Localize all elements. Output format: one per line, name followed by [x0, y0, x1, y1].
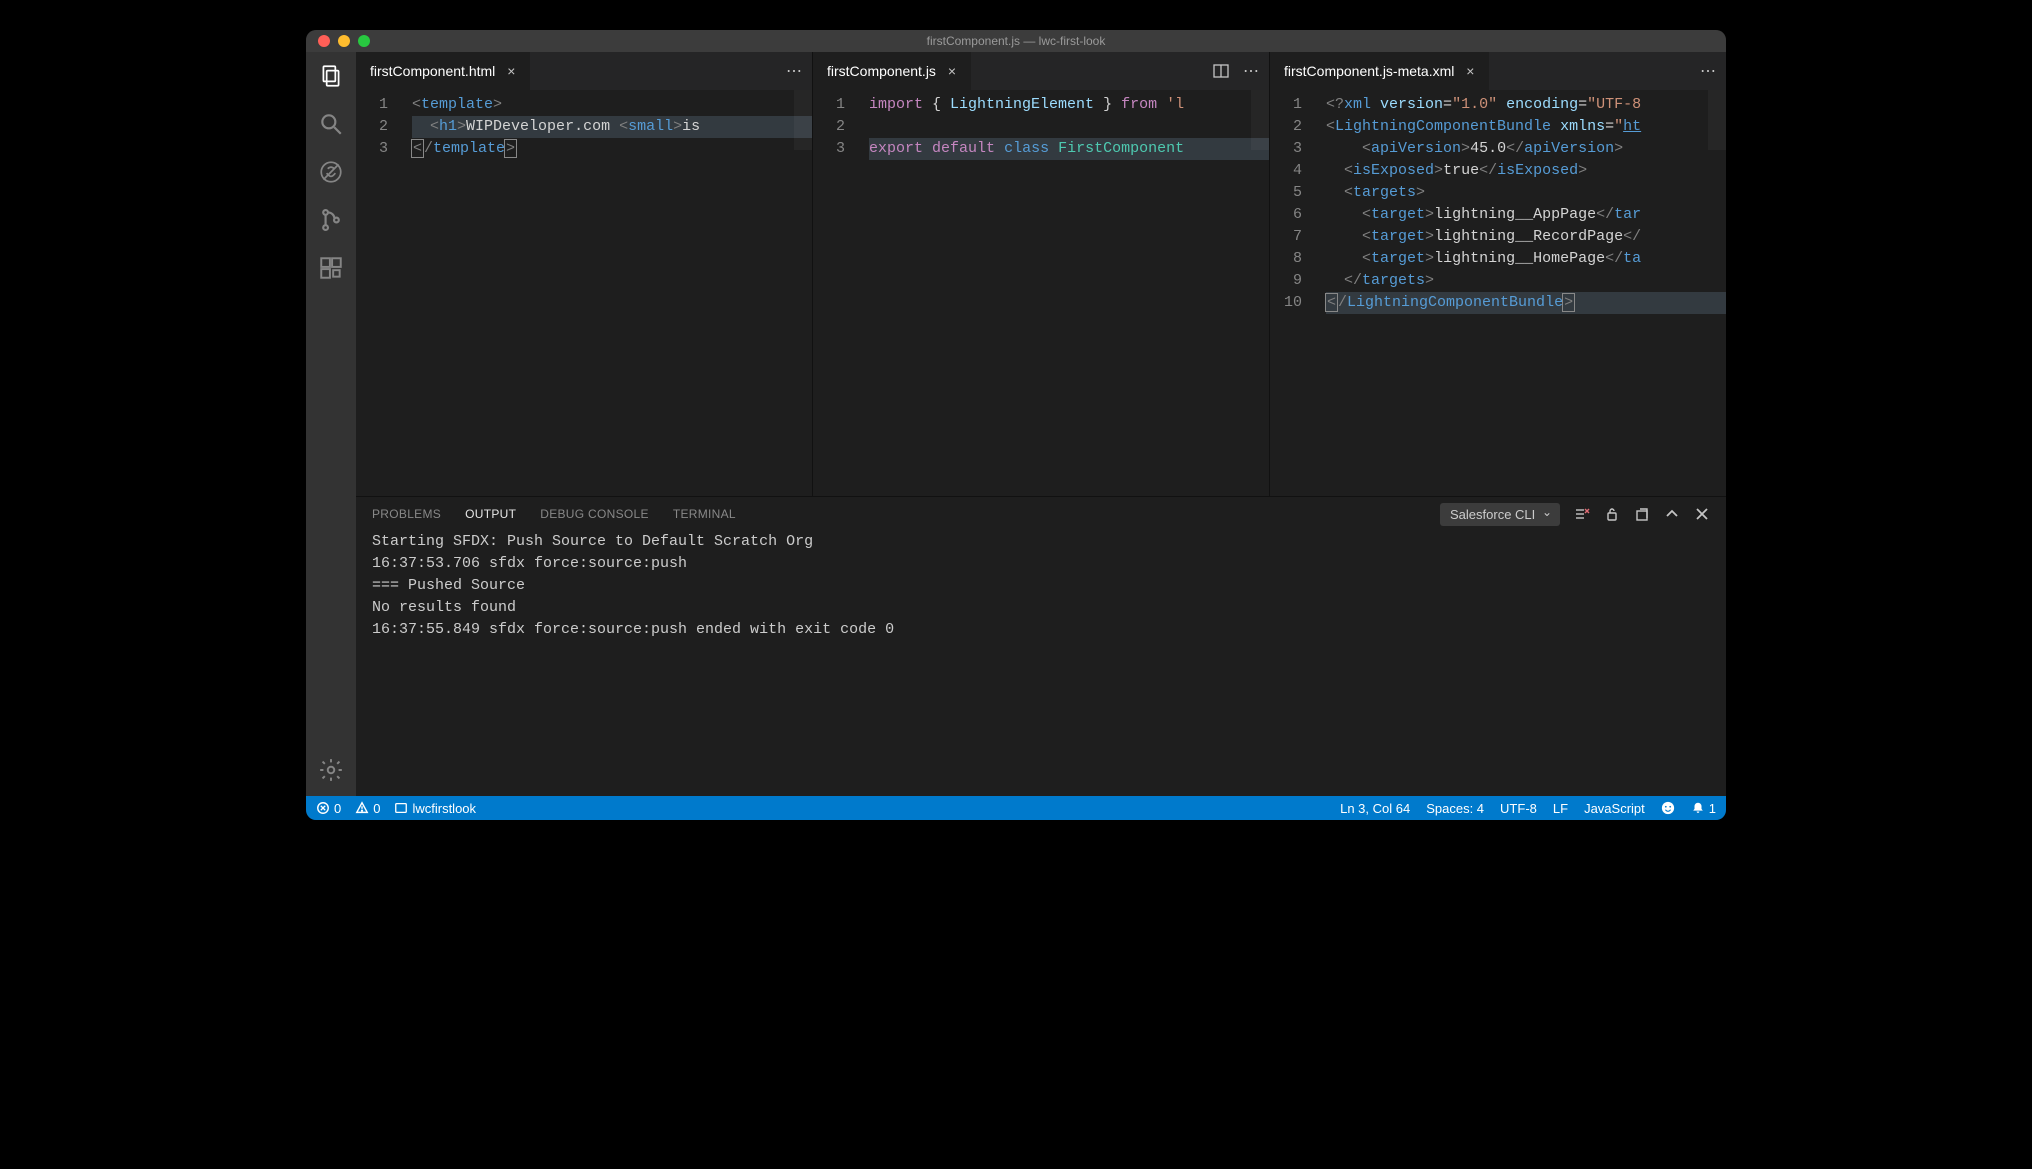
code-area[interactable]: 123 import { LightningElement } from 'l …	[813, 90, 1269, 496]
status-cursor[interactable]: Ln 3, Col 64	[1340, 801, 1410, 816]
main-area: firstComponent.html × ⋯ 123 <template> <…	[356, 52, 1726, 796]
status-errors[interactable]: 0	[316, 801, 341, 816]
tab-label: firstComponent.js-meta.xml	[1284, 63, 1454, 79]
tab-bar: firstComponent.js-meta.xml × ⋯	[1270, 52, 1726, 90]
status-feedback-icon[interactable]	[1661, 801, 1675, 815]
status-branch[interactable]: lwcfirstlook	[394, 801, 476, 816]
clear-output-icon[interactable]	[1574, 506, 1590, 522]
tab-firstcomponent-meta-xml[interactable]: firstComponent.js-meta.xml ×	[1270, 52, 1489, 90]
tab-terminal[interactable]: TERMINAL	[673, 507, 736, 521]
tab-bar: firstComponent.html × ⋯	[356, 52, 812, 90]
editor-group-3: firstComponent.js-meta.xml × ⋯ 123456789…	[1270, 52, 1726, 496]
status-notifications[interactable]: 1	[1691, 801, 1716, 816]
minimap[interactable]	[1251, 90, 1269, 150]
close-icon[interactable]: ×	[503, 63, 519, 79]
line-gutter: 123	[356, 90, 406, 496]
explorer-icon[interactable]	[317, 62, 345, 90]
bottom-panel: PROBLEMS OUTPUT DEBUG CONSOLE TERMINAL S…	[356, 496, 1726, 796]
more-icon[interactable]: ⋯	[1700, 61, 1716, 81]
close-icon[interactable]: ×	[944, 63, 960, 79]
output-channel-select-input[interactable]: Salesforce CLI	[1440, 503, 1560, 526]
output-channel-select[interactable]: Salesforce CLI	[1440, 503, 1560, 526]
close-window-button[interactable]	[318, 35, 330, 47]
line-gutter: 12345678910	[1270, 90, 1320, 496]
code-content[interactable]: import { LightningElement } from 'l expo…	[863, 90, 1269, 496]
code-area[interactable]: 12345678910 <?xml version="1.0" encoding…	[1270, 90, 1726, 496]
settings-icon[interactable]	[317, 756, 345, 784]
lock-scroll-icon[interactable]	[1604, 506, 1620, 522]
output-body[interactable]: Starting SFDX: Push Source to Default Sc…	[356, 531, 1726, 796]
maximize-panel-icon[interactable]	[1664, 506, 1680, 522]
tab-debug-console[interactable]: DEBUG CONSOLE	[540, 507, 649, 521]
open-log-icon[interactable]	[1634, 506, 1650, 522]
close-icon[interactable]: ×	[1462, 63, 1478, 79]
activity-bar	[306, 52, 356, 796]
split-editor-icon[interactable]	[1213, 61, 1229, 81]
more-icon[interactable]: ⋯	[1243, 61, 1259, 81]
tab-label: firstComponent.html	[370, 63, 495, 79]
traffic-lights	[306, 35, 370, 47]
tab-output[interactable]: OUTPUT	[465, 507, 516, 521]
titlebar: firstComponent.js — lwc-first-look	[306, 30, 1726, 52]
window-title: firstComponent.js — lwc-first-look	[927, 34, 1106, 48]
editor-group-1: firstComponent.html × ⋯ 123 <template> <…	[356, 52, 813, 496]
editor-groups: firstComponent.html × ⋯ 123 <template> <…	[356, 52, 1726, 496]
code-area[interactable]: 123 <template> <h1>WIPDeveloper.com <sma…	[356, 90, 812, 496]
tab-firstcomponent-js[interactable]: firstComponent.js ×	[813, 52, 971, 90]
status-bar: 0 0 lwcfirstlook Ln 3, Col 64 Spaces: 4 …	[306, 796, 1726, 820]
line-gutter: 123	[813, 90, 863, 496]
app-window: firstComponent.js — lwc-first-look	[306, 30, 1726, 820]
code-content[interactable]: <template> <h1>WIPDeveloper.com <small>i…	[406, 90, 812, 496]
status-spaces[interactable]: Spaces: 4	[1426, 801, 1484, 816]
debug-disabled-icon[interactable]	[317, 158, 345, 186]
search-icon[interactable]	[317, 110, 345, 138]
status-warnings[interactable]: 0	[355, 801, 380, 816]
status-encoding[interactable]: UTF-8	[1500, 801, 1537, 816]
editor-group-2: firstComponent.js × ⋯ 123 import { Light	[813, 52, 1270, 496]
extensions-icon[interactable]	[317, 254, 345, 282]
tab-label: firstComponent.js	[827, 63, 936, 79]
tab-firstcomponent-html[interactable]: firstComponent.html ×	[356, 52, 530, 90]
close-panel-icon[interactable]	[1694, 506, 1710, 522]
zoom-window-button[interactable]	[358, 35, 370, 47]
status-eol[interactable]: LF	[1553, 801, 1568, 816]
status-language[interactable]: JavaScript	[1584, 801, 1645, 816]
minimize-window-button[interactable]	[338, 35, 350, 47]
tab-problems[interactable]: PROBLEMS	[372, 507, 441, 521]
source-control-icon[interactable]	[317, 206, 345, 234]
minimap[interactable]	[1708, 90, 1726, 150]
minimap[interactable]	[794, 90, 812, 150]
tab-bar: firstComponent.js × ⋯	[813, 52, 1269, 90]
window-body: firstComponent.html × ⋯ 123 <template> <…	[306, 52, 1726, 796]
code-content[interactable]: <?xml version="1.0" encoding="UTF-8<Ligh…	[1320, 90, 1726, 496]
panel-tabs: PROBLEMS OUTPUT DEBUG CONSOLE TERMINAL S…	[356, 497, 1726, 531]
more-icon[interactable]: ⋯	[786, 61, 802, 81]
